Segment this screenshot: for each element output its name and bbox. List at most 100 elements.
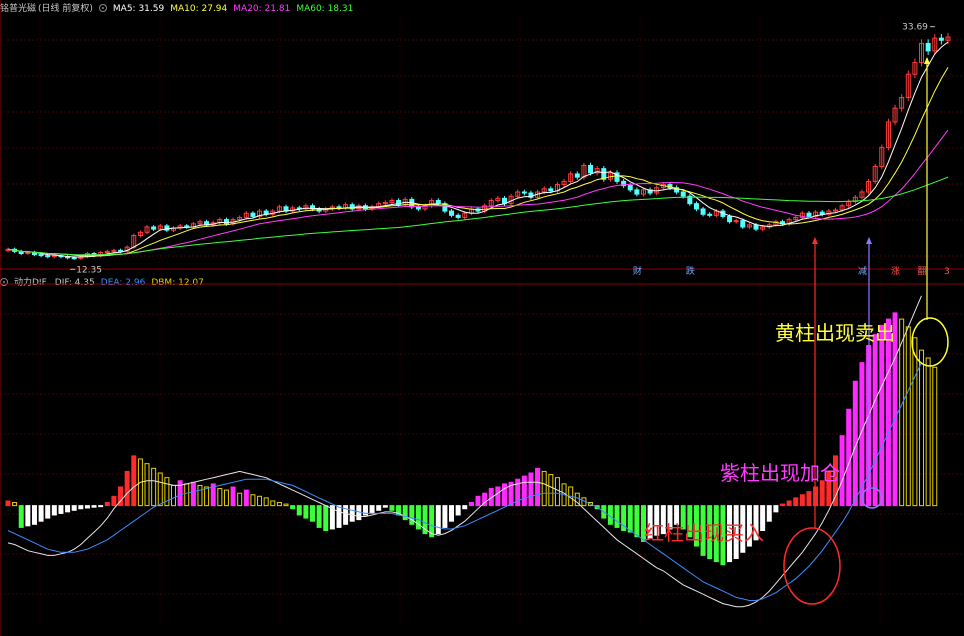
histogram-bar (296, 505, 302, 516)
annotation-label: 红柱出现买入 (644, 521, 764, 545)
histogram-bar (91, 505, 97, 508)
histogram-bar (303, 505, 309, 519)
histogram-bar (919, 349, 925, 507)
candle-body (118, 249, 124, 252)
histogram-bar (177, 480, 183, 507)
histogram-bar (190, 481, 196, 507)
candle-body (925, 42, 931, 52)
histogram-bar (614, 505, 620, 528)
histogram-bar (250, 494, 256, 507)
histogram-bar (409, 505, 415, 525)
histogram-bar (45, 505, 51, 519)
histogram-bar (349, 505, 355, 522)
histogram-bar (217, 488, 223, 507)
histogram-bar (51, 505, 57, 516)
histogram-bar (369, 505, 375, 514)
histogram-bar (58, 505, 64, 514)
histogram-bar (846, 408, 852, 507)
candle-body (449, 210, 455, 216)
histogram-bar (899, 318, 905, 507)
histogram-bar (170, 484, 176, 507)
histogram-bar (223, 489, 229, 507)
candle-body (45, 255, 51, 258)
histogram-bar (541, 470, 547, 507)
histogram-bar (376, 505, 382, 511)
candle-body (806, 212, 812, 217)
histogram-bar (310, 505, 316, 522)
histogram-bar (263, 497, 269, 507)
histogram-bar (237, 492, 243, 507)
histogram-bar (535, 467, 541, 507)
histogram-bar (932, 366, 938, 507)
event-label: 3 (944, 267, 950, 277)
histogram-bar (184, 483, 190, 507)
event-label: 减 (858, 265, 867, 277)
event-label: 翻 (918, 266, 927, 277)
candle-body (938, 37, 944, 41)
candle-body (223, 219, 229, 225)
buy-arrow-head (812, 237, 818, 244)
histogram-bar (12, 502, 18, 507)
histogram-bar (98, 505, 104, 508)
histogram-bar (316, 505, 322, 528)
candle-body (415, 206, 421, 210)
histogram-bar (38, 505, 44, 522)
histogram-bar (157, 472, 163, 507)
histogram-bar (382, 505, 388, 508)
histogram-bar (793, 497, 799, 507)
annotation-label: 黄柱出现卖出 (775, 321, 895, 345)
histogram-bar (435, 505, 441, 535)
histogram-bar (780, 503, 786, 507)
candle-body (574, 173, 580, 178)
stock-chart-window: 铭普光磁 (日线 前复权) MA5: 31.59 MA10: 27.94 MA20: 2… (0, 0, 964, 636)
histogram-bar (71, 505, 77, 511)
histogram-bar (773, 505, 779, 513)
histogram-bar (475, 495, 481, 507)
histogram-bar (5, 500, 11, 507)
ma-line (7, 129, 949, 256)
histogram-bar (204, 486, 210, 507)
histogram-bar (627, 505, 633, 533)
histogram-bar (111, 495, 117, 507)
histogram-bar (65, 505, 71, 513)
histogram-bar (495, 486, 501, 507)
histogram-bar (839, 435, 845, 507)
histogram-bar (84, 505, 90, 509)
ma-line (7, 41, 949, 258)
histogram-bar (131, 455, 137, 507)
candle-body (548, 188, 554, 192)
histogram-bar (455, 505, 461, 516)
histogram-bar (124, 470, 130, 507)
candle-body (707, 213, 713, 216)
candle-body (753, 224, 759, 230)
candle-body (634, 189, 640, 195)
candle-body (627, 185, 633, 191)
histogram-bar (144, 463, 150, 507)
candle-body (336, 206, 342, 209)
histogram-bar (786, 500, 792, 507)
histogram-bar (872, 334, 878, 507)
histogram-bar (442, 505, 448, 528)
histogram-bar (104, 502, 110, 507)
histogram-bar (521, 475, 527, 507)
candle-body (700, 208, 706, 215)
histogram-bar (323, 505, 329, 532)
histogram-bar (548, 474, 554, 507)
histogram-bar (806, 491, 812, 507)
histogram-bar (885, 318, 891, 507)
histogram-bar (501, 483, 507, 507)
histogram-bar (634, 505, 640, 538)
event-label: 涨 (891, 266, 900, 277)
histogram-bar (283, 503, 289, 507)
histogram-bar (879, 324, 885, 507)
histogram-bar (197, 484, 203, 507)
histogram-bar (78, 505, 84, 510)
sell-arrow-head (924, 57, 930, 64)
candle-body (588, 164, 594, 174)
candle-body (151, 226, 157, 230)
chart-canvas[interactable]: 33.69 12.35 财 跌 减 涨 翻 3 黄柱出现卖出紫柱出现加仓红柱出现买入 (0, 0, 964, 636)
candle-body (435, 199, 441, 205)
add-signal-circle (861, 487, 883, 509)
candle-body (71, 257, 77, 260)
event-label: 跌 (686, 266, 695, 277)
